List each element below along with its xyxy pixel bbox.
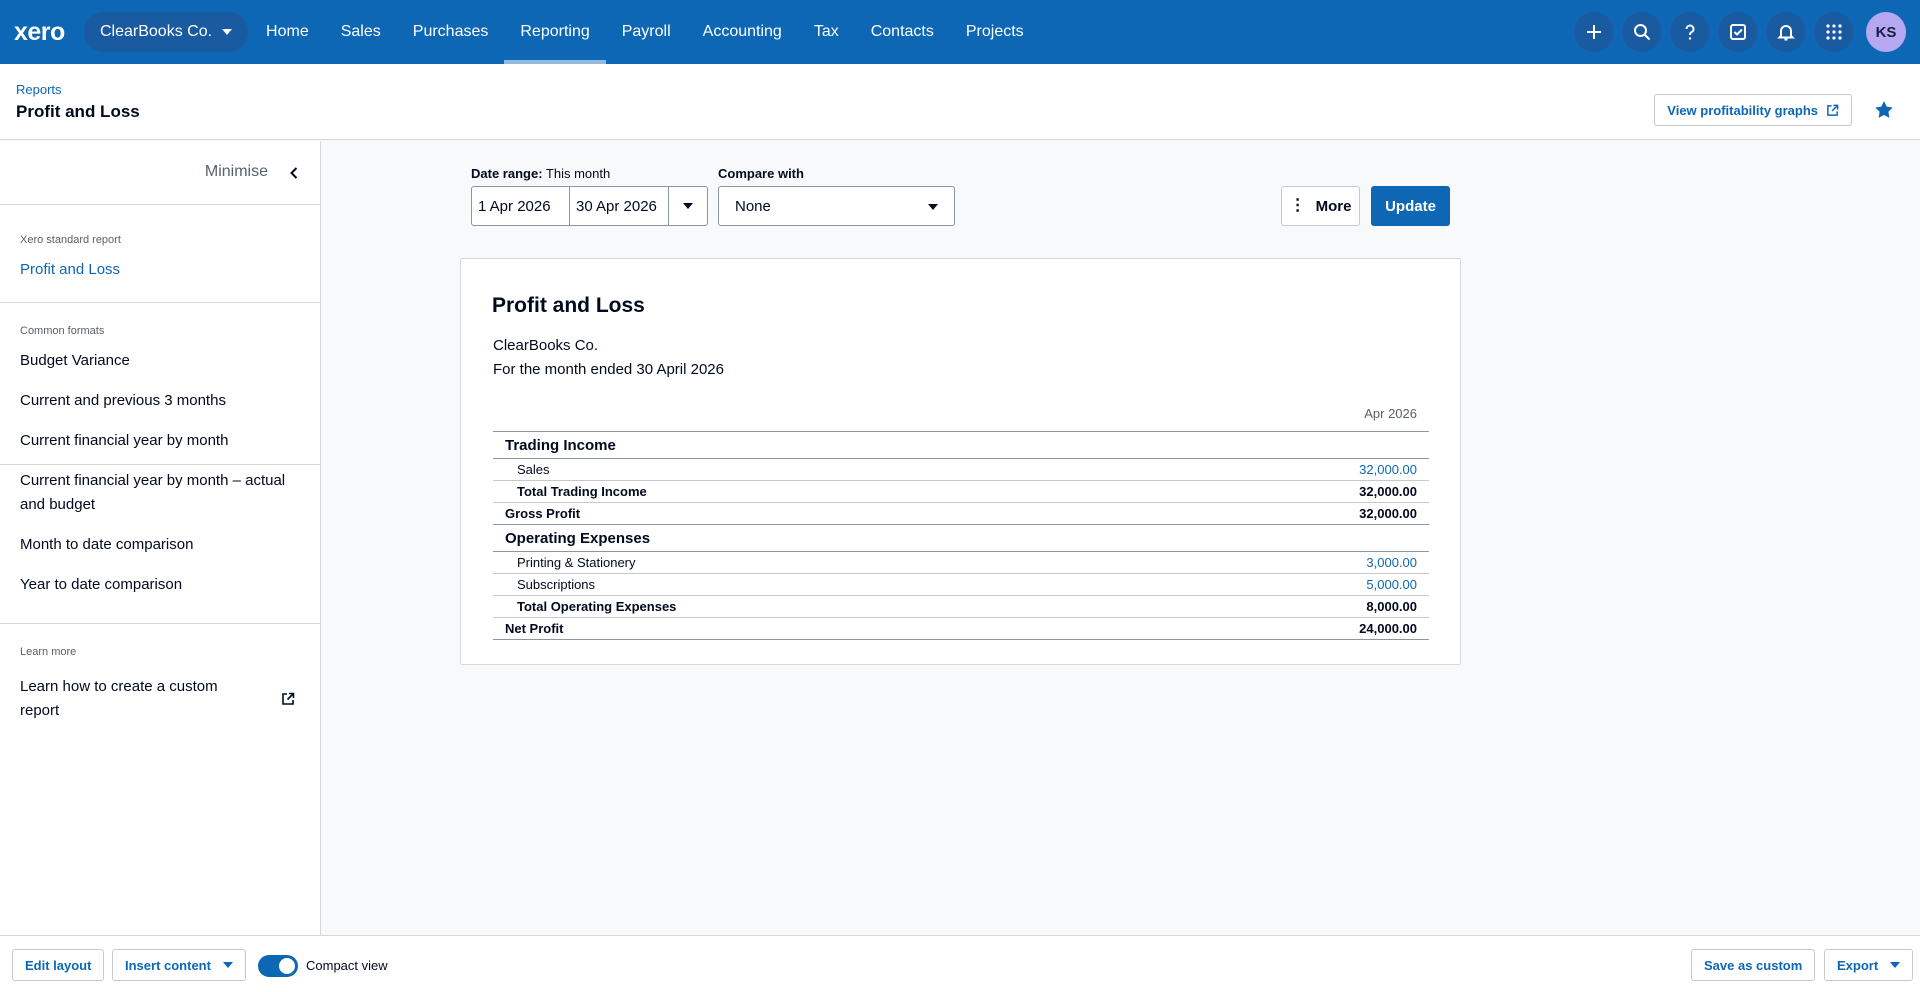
- learn-custom-report-link[interactable]: Learn how to create a custom report: [20, 675, 250, 723]
- nav-accounting[interactable]: Accounting: [687, 0, 798, 64]
- sidebar-item-profit-and-loss[interactable]: Profit and Loss: [20, 258, 120, 282]
- nav-tax[interactable]: Tax: [798, 0, 855, 64]
- date-range-label: Date range: This month: [471, 166, 611, 181]
- compare-with-select[interactable]: None: [718, 186, 955, 226]
- column-header: Apr 2026: [493, 406, 1429, 432]
- breadcrumb-reports[interactable]: Reports: [16, 82, 62, 97]
- minimise-bar: Minimise: [0, 141, 320, 205]
- common-formats-heading: Common formats: [20, 325, 105, 337]
- user-avatar[interactable]: KS: [1866, 12, 1906, 52]
- toggle-knob: [279, 958, 295, 974]
- search-icon[interactable]: [1622, 12, 1662, 52]
- section-row: Operating Expenses: [493, 525, 1429, 552]
- nav-purchases[interactable]: Purchases: [397, 0, 505, 64]
- bottom-toolbar: Edit layout Insert content Compact view …: [0, 935, 1920, 992]
- section-row: Trading Income: [493, 432, 1429, 459]
- organisation-name: ClearBooks Co.: [100, 23, 213, 40]
- amount-link[interactable]: 3,000.00: [1366, 555, 1429, 570]
- edit-layout-button[interactable]: Edit layout: [12, 949, 105, 981]
- compact-view-toggle[interactable]: [258, 955, 298, 977]
- total-row: Total Trading Income 32,000.00: [493, 481, 1429, 503]
- total-row: Total Operating Expenses 8,000.00: [493, 596, 1429, 618]
- date-to-input[interactable]: 30 Apr 2026: [569, 186, 669, 226]
- bell-icon[interactable]: [1766, 12, 1806, 52]
- caret-down-icon: [1890, 962, 1901, 968]
- graphs-button-label: View profitability graphs: [1667, 102, 1818, 118]
- view-profitability-graphs-button[interactable]: View profitability graphs: [1654, 94, 1852, 126]
- insert-content-button[interactable]: Insert content: [112, 949, 246, 981]
- report-organisation: ClearBooks Co.: [493, 337, 599, 354]
- report-card: Profit and Loss ClearBooks Co. For the m…: [460, 258, 1461, 665]
- report-period: For the month ended 30 April 2026: [493, 361, 724, 378]
- nav-home[interactable]: Home: [250, 0, 325, 64]
- sidebar-divider: [0, 623, 320, 624]
- nav-contacts[interactable]: Contacts: [855, 0, 950, 64]
- date-range-dropdown[interactable]: [668, 186, 708, 226]
- xero-logo[interactable]: xero: [14, 18, 74, 47]
- caret-down-icon: [928, 204, 938, 210]
- organisation-switcher[interactable]: ClearBooks Co.: [84, 12, 249, 52]
- tasks-icon[interactable]: [1718, 12, 1758, 52]
- external-link-icon: [1827, 104, 1839, 116]
- more-vertical-icon: ⋮: [1289, 197, 1306, 214]
- sidebar-item-year-to-date-comparison[interactable]: Year to date comparison: [20, 573, 182, 597]
- page-title: Profit and Loss: [16, 102, 140, 121]
- page-header: Reports Profit and Loss View profitabili…: [0, 64, 1920, 140]
- nav-payroll[interactable]: Payroll: [606, 0, 687, 64]
- table-row: Sales 32,000.00: [493, 459, 1429, 481]
- table-row: Subscriptions 5,000.00: [493, 574, 1429, 596]
- plus-icon[interactable]: [1574, 12, 1614, 52]
- external-link-icon[interactable]: [281, 692, 295, 706]
- export-button[interactable]: Export: [1824, 949, 1914, 981]
- report-sidebar: Minimise Xero standard report Profit and…: [0, 141, 321, 935]
- nav-projects[interactable]: Projects: [950, 0, 1040, 64]
- total-row: Net Profit 24,000.00: [493, 618, 1429, 640]
- nav-actions: KS: [1566, 12, 1906, 52]
- standard-report-heading: Xero standard report: [20, 234, 121, 246]
- amount-link[interactable]: 5,000.00: [1366, 577, 1429, 592]
- nav-reporting[interactable]: Reporting: [504, 0, 607, 64]
- apps-icon[interactable]: [1814, 12, 1854, 52]
- minimise-button[interactable]: Minimise: [205, 163, 268, 181]
- amount-link[interactable]: 32,000.00: [1359, 462, 1429, 477]
- update-button[interactable]: Update: [1371, 186, 1450, 226]
- sidebar-item-actual-and-budget[interactable]: Current financial year by month – actual…: [20, 469, 300, 517]
- date-from-input[interactable]: 1 Apr 2026: [471, 186, 570, 226]
- report-table: Apr 2026 Trading Income Sales 32,000.00 …: [493, 406, 1429, 640]
- sidebar-item-budget-variance[interactable]: Budget Variance: [20, 349, 130, 373]
- report-title: Profit and Loss: [492, 294, 645, 317]
- save-as-custom-button[interactable]: Save as custom: [1691, 949, 1816, 981]
- caret-down-icon: [683, 203, 693, 209]
- more-button[interactable]: ⋮ More: [1281, 186, 1360, 226]
- sidebar-item-current-financial-year-by-month[interactable]: Current financial year by month: [20, 429, 228, 453]
- caret-down-icon: [222, 962, 233, 968]
- chevron-left-icon[interactable]: [286, 165, 302, 181]
- compare-with-value: None: [735, 197, 771, 215]
- nav-sales[interactable]: Sales: [325, 0, 397, 64]
- help-icon[interactable]: [1670, 12, 1710, 52]
- learn-more-heading: Learn more: [20, 646, 77, 658]
- date-range-value: This month: [545, 166, 611, 181]
- compare-with-label: Compare with: [718, 166, 804, 181]
- main-menu: Home Sales Purchases Reporting Payroll A…: [250, 0, 1040, 64]
- sidebar-item-current-and-previous-3-months[interactable]: Current and previous 3 months: [20, 389, 226, 413]
- sidebar-item-month-to-date-comparison[interactable]: Month to date comparison: [20, 533, 193, 557]
- top-navigation: xero ClearBooks Co. Home Sales Purchases…: [0, 0, 1920, 64]
- star-icon[interactable]: [1872, 98, 1896, 122]
- standard-report-section: Xero standard report Profit and Loss: [0, 205, 320, 303]
- table-row: Printing & Stationery 3,000.00: [493, 552, 1429, 574]
- chevron-down-icon: [222, 29, 233, 35]
- compact-view-label: Compact view: [306, 958, 388, 973]
- total-row: Gross Profit 32,000.00: [493, 503, 1429, 525]
